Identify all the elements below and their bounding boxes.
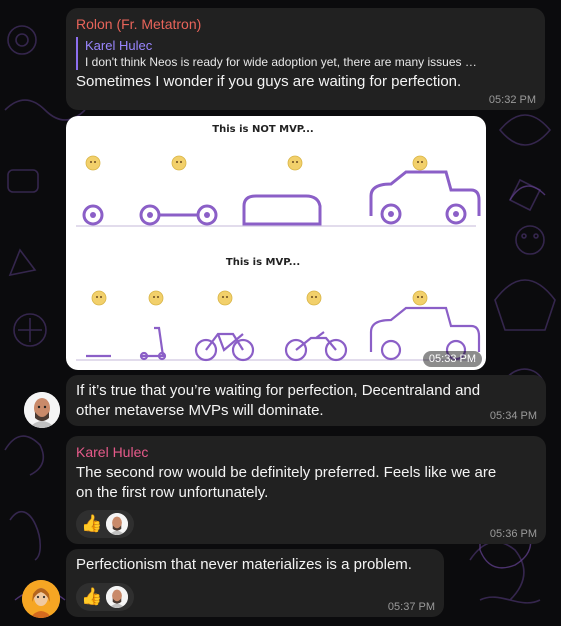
message-bubble-3: If it’s true that you’re waiting for per… (66, 375, 546, 426)
reply-sender-name: Karel Hulec (85, 38, 153, 53)
row2-label: This is MVP... (226, 257, 300, 268)
avatar-orange-woman (22, 580, 60, 618)
reply-preview[interactable]: Karel Hulec I don't think Neos is ready … (76, 37, 535, 70)
message-time: 05:32 PM (488, 94, 536, 106)
thumbs-up-icon: 👍 (81, 587, 103, 606)
reaction-pill[interactable]: 👍 (76, 510, 135, 538)
reactor-avatar (106, 586, 129, 608)
message-bubble-1: Rolon (Fr. Metatron) Karel Hulec I don't… (66, 8, 545, 110)
thumbs-up-icon: 👍 (81, 514, 103, 533)
sender-name[interactable]: Rolon (Fr. Metatron) (76, 15, 535, 33)
avatar-bald-man (24, 392, 60, 428)
reactor-avatar (106, 513, 129, 535)
message-bubble-4: Karel Hulec The second row would be defi… (66, 436, 546, 544)
message-time: 05:37 PM (387, 601, 435, 613)
sender-name[interactable]: Karel Hulec (76, 443, 536, 461)
message-text: Perfectionism that never materializes is… (76, 556, 412, 573)
message-text-line1: If it’s true that you’re waiting for per… (76, 382, 481, 399)
message-time: 05:36 PM (489, 528, 537, 540)
image-time: 05:33 PM (428, 353, 476, 365)
avatar-bald-man (106, 586, 129, 608)
image-time-badge: 05:33 PM (422, 351, 482, 367)
row1-label: This is NOT MVP... (212, 124, 313, 135)
reply-text: I don't think Neos is ready for wide ado… (85, 55, 477, 69)
message-bubble-5: Perfectionism that never materializes is… (66, 549, 444, 617)
message-text-line1: The second row would be definitely prefe… (76, 464, 497, 481)
mvp-illustration: This is NOT MVP... This is MVP... (76, 124, 481, 362)
avatar[interactable] (22, 580, 60, 618)
message-time: 05:34 PM (489, 410, 537, 422)
image-message[interactable]: This is NOT MVP... This is MVP... 05:33 … (66, 116, 486, 370)
avatar-bald-man (106, 513, 129, 535)
message-text-line2: other metaverse MVPs will dominate. (76, 402, 324, 419)
message-text: Sometimes I wonder if you guys are waiti… (76, 73, 462, 90)
avatar[interactable] (24, 392, 60, 428)
message-text-line2: on the first row unfortunately. (76, 484, 269, 501)
reaction-pill[interactable]: 👍 (76, 583, 135, 611)
